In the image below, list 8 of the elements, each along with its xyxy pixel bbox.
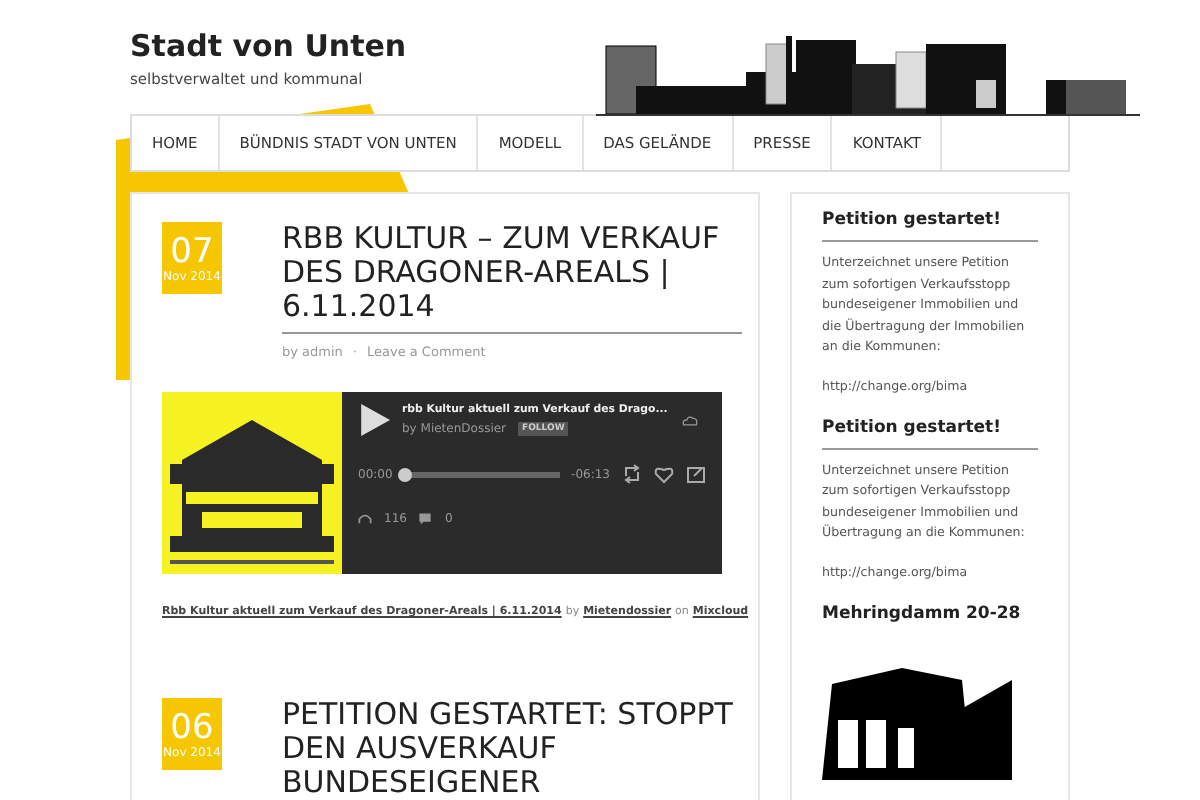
widget-heading: Mehringdamm 20-28 (822, 603, 1023, 623)
post-title[interactable]: RBB KULTUR – ZUM VERKAUF DES DRAGONER-AREALS | 6.11.2014 (282, 222, 738, 324)
date-day: 06 (170, 709, 214, 745)
widget-heading: Petition gestartet! (822, 210, 1003, 230)
date-day: 07 (170, 233, 214, 269)
post-title[interactable]: PETITION GESTARTET: STOPPT DEN AUSVERKAUF BUNDESEIGENER (282, 698, 738, 800)
site-title[interactable]: Stadt von Unten (130, 28, 407, 64)
widget-heading: Petition gestartet! (822, 417, 1003, 437)
